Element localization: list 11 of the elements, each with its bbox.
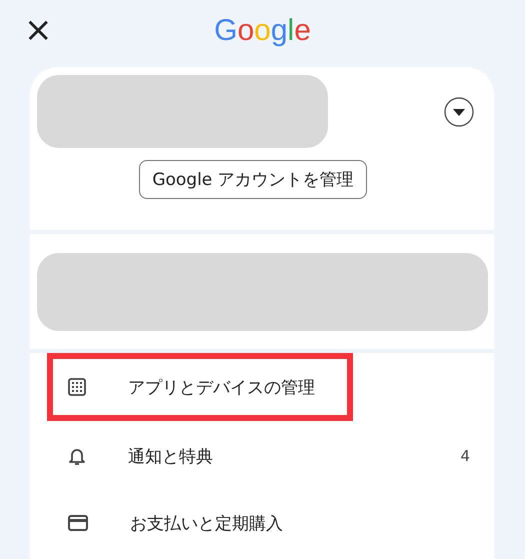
notification-count: 4 xyxy=(460,447,470,465)
close-button[interactable]: × xyxy=(20,12,56,48)
bell-icon xyxy=(68,446,86,466)
menu-item[interactable]: お支払いと定期購入 xyxy=(47,491,474,555)
google-logo: Google xyxy=(214,14,311,48)
menu-item[interactable]: 通知と特典 4 xyxy=(47,424,474,488)
menu-item[interactable]: アプリとデバイスの管理 xyxy=(47,353,353,421)
manage-account-button[interactable]: Google アカウントを管理 xyxy=(139,160,367,199)
grid-icon xyxy=(68,378,86,396)
dropdown-icon[interactable] xyxy=(444,96,474,126)
credit-card-icon xyxy=(68,515,88,531)
